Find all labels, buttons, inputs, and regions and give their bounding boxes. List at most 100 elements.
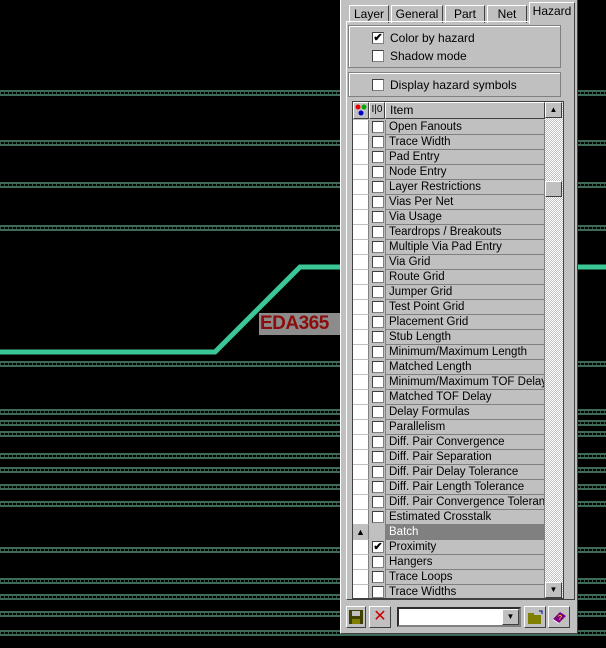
list-item[interactable]: Node Entry <box>353 165 545 180</box>
item-checkbox[interactable]: ✔ <box>372 541 384 553</box>
color-swatch[interactable] <box>353 390 369 405</box>
list-item[interactable]: Estimated Crosstalk <box>353 510 545 525</box>
list-item[interactable]: ✔ Proximity <box>353 540 545 555</box>
color-swatch[interactable] <box>353 405 369 420</box>
scroll-up-button[interactable]: ▲ <box>545 102 562 118</box>
color-swatch[interactable] <box>353 510 369 525</box>
color-swatch[interactable] <box>353 120 369 135</box>
tab-hazard[interactable]: Hazard <box>529 2 575 24</box>
item-checkbox[interactable] <box>372 421 384 433</box>
list-item[interactable]: Via Grid <box>353 255 545 270</box>
item-checkbox[interactable] <box>372 241 384 253</box>
item-checkbox[interactable] <box>372 571 384 583</box>
list-item[interactable]: Open Fanouts <box>353 120 545 135</box>
list-item[interactable]: Diff. Pair Delay Tolerance <box>353 465 545 480</box>
color-swatch[interactable] <box>353 585 369 598</box>
list-item[interactable]: Pad Entry <box>353 150 545 165</box>
list-item[interactable]: Layer Restrictions <box>353 180 545 195</box>
color-swatch[interactable] <box>353 300 369 315</box>
list-item[interactable]: Hangers <box>353 555 545 570</box>
item-checkbox[interactable] <box>372 466 384 478</box>
color-swatch[interactable] <box>353 255 369 270</box>
list-item[interactable]: Diff. Pair Convergence Toleran... <box>353 495 545 510</box>
color-swatch[interactable] <box>353 570 369 585</box>
item-checkbox[interactable] <box>372 301 384 313</box>
list-item[interactable]: Parallelism <box>353 420 545 435</box>
color-swatch[interactable] <box>353 135 369 150</box>
color-swatch[interactable] <box>353 495 369 510</box>
color-swatch[interactable] <box>353 450 369 465</box>
color-swatch[interactable] <box>353 270 369 285</box>
color-swatch[interactable] <box>353 150 369 165</box>
item-checkbox[interactable] <box>372 286 384 298</box>
list-item[interactable]: Trace Loops <box>353 570 545 585</box>
visibility-column-header[interactable]: I|0 <box>369 102 385 119</box>
item-checkbox[interactable] <box>372 361 384 373</box>
open-scheme-button[interactable] <box>524 606 546 628</box>
scroll-thumb[interactable] <box>545 181 562 197</box>
color-swatch[interactable] <box>353 165 369 180</box>
list-item[interactable]: Diff. Pair Convergence <box>353 435 545 450</box>
list-item[interactable]: Trace Width <box>353 135 545 150</box>
color-swatch[interactable] <box>353 480 369 495</box>
item-checkbox[interactable] <box>372 331 384 343</box>
list-item[interactable]: Via Usage <box>353 210 545 225</box>
scroll-down-button[interactable]: ▼ <box>545 582 562 598</box>
item-checkbox[interactable] <box>372 256 384 268</box>
item-checkbox[interactable] <box>372 511 384 523</box>
item-checkbox[interactable] <box>372 436 384 448</box>
item-checkbox[interactable] <box>372 586 384 598</box>
item-checkbox[interactable] <box>372 496 384 508</box>
item-checkbox[interactable] <box>372 181 384 193</box>
list-item[interactable]: Route Grid <box>353 270 545 285</box>
list-item[interactable]: Matched Length <box>353 360 545 375</box>
color-swatch[interactable] <box>353 360 369 375</box>
item-checkbox[interactable] <box>372 271 384 283</box>
item-checkbox[interactable] <box>372 211 384 223</box>
color-swatch[interactable] <box>353 435 369 450</box>
color-swatch[interactable] <box>353 345 369 360</box>
color-swatch[interactable] <box>353 330 369 345</box>
color-swatch[interactable] <box>353 540 369 555</box>
display-hazard-symbols-checkbox[interactable] <box>372 79 384 91</box>
item-checkbox[interactable] <box>372 481 384 493</box>
color-swatch[interactable] <box>353 210 369 225</box>
color-swatch[interactable] <box>353 465 369 480</box>
scheme-combo[interactable]: ▼ <box>397 607 521 627</box>
color-swatch[interactable] <box>353 225 369 240</box>
color-swatch[interactable] <box>353 375 369 390</box>
list-item[interactable]: Trace Widths <box>353 585 545 598</box>
color-swatch[interactable] <box>353 240 369 255</box>
list-item[interactable]: Matched TOF Delay <box>353 390 545 405</box>
item-checkbox[interactable] <box>372 556 384 568</box>
list-item[interactable]: Diff. Pair Separation <box>353 450 545 465</box>
color-swatch[interactable] <box>353 555 369 570</box>
list-item[interactable]: Test Point Grid <box>353 300 545 315</box>
color-by-hazard-checkbox[interactable]: ✔ <box>372 32 384 44</box>
save-button[interactable] <box>346 606 366 628</box>
chevron-down-icon[interactable]: ▼ <box>502 609 519 625</box>
item-checkbox[interactable] <box>372 346 384 358</box>
color-by-hazard-label[interactable]: Color by hazard <box>390 31 475 45</box>
list-item[interactable]: Minimum/Maximum Length <box>353 345 545 360</box>
color-swatch[interactable] <box>353 285 369 300</box>
item-checkbox[interactable] <box>372 316 384 328</box>
item-checkbox[interactable] <box>372 376 384 388</box>
shadow-mode-checkbox[interactable] <box>372 50 384 62</box>
list-item[interactable]: Vias Per Net <box>353 195 545 210</box>
item-checkbox[interactable] <box>372 406 384 418</box>
color-column-header[interactable] <box>353 102 369 119</box>
list-item[interactable]: Multiple Via Pad Entry <box>353 240 545 255</box>
item-checkbox[interactable] <box>372 451 384 463</box>
list-item[interactable]: Delay Formulas <box>353 405 545 420</box>
item-checkbox[interactable] <box>372 226 384 238</box>
list-item[interactable]: Jumper Grid <box>353 285 545 300</box>
list-item[interactable]: Diff. Pair Length Tolerance <box>353 480 545 495</box>
color-swatch[interactable] <box>353 195 369 210</box>
item-checkbox[interactable] <box>372 136 384 148</box>
item-checkbox[interactable] <box>372 196 384 208</box>
color-swatch[interactable] <box>353 420 369 435</box>
item-checkbox[interactable] <box>372 391 384 403</box>
list-item[interactable]: Minimum/Maximum TOF Delay <box>353 375 545 390</box>
list-item[interactable]: Stub Length <box>353 330 545 345</box>
